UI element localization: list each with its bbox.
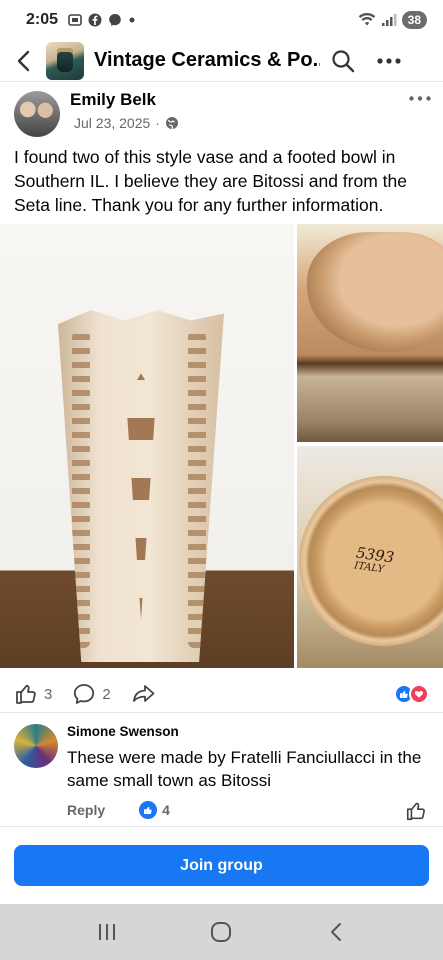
battery-indicator: 38 (401, 11, 427, 29)
author-avatar[interactable] (14, 91, 60, 137)
back-arrow-icon (17, 50, 30, 71)
group-thumbnail[interactable] (46, 41, 84, 80)
like-button[interactable]: 3 (14, 682, 52, 706)
search-icon (332, 49, 355, 72)
messenger-icon (109, 14, 121, 26)
bowl-signature: 5393 ITALY (353, 543, 396, 578)
nav-back-button[interactable] (316, 912, 356, 952)
post-text: I found two of this style vase and a foo… (14, 147, 407, 215)
more-icon (409, 95, 431, 101)
home-button[interactable] (201, 912, 241, 952)
dot-icon (129, 17, 135, 23)
join-group-button[interactable]: Join group (14, 845, 429, 886)
back-icon (330, 923, 341, 941)
photo-bowl-base[interactable]: 5393 ITALY (297, 446, 443, 668)
divider (0, 712, 443, 713)
like-count: 3 (44, 685, 53, 703)
wifi-icon (358, 13, 375, 26)
share-button[interactable] (131, 682, 157, 706)
recents-icon (99, 924, 116, 940)
love-reaction-icon (409, 684, 429, 704)
vase-pattern-center (126, 373, 156, 620)
status-left-icons (68, 13, 136, 27)
recents-button[interactable] (87, 912, 127, 952)
back-button[interactable] (0, 40, 46, 82)
vase-pattern-right (188, 331, 206, 648)
thumbs-up-icon (16, 684, 36, 704)
reply-button[interactable]: Reply (67, 802, 105, 818)
photo-vase[interactable] (0, 224, 294, 668)
comment-like-badge-icon (139, 801, 158, 819)
vase-pattern-left (72, 331, 90, 648)
post-date[interactable]: Jul 23, 2025 (74, 115, 150, 131)
status-bar: 2:05 38 (0, 0, 443, 40)
post-author[interactable]: Emily Belk (70, 90, 156, 110)
comment-like-button[interactable] (405, 800, 427, 822)
bowl-base-illustration: 5393 ITALY (299, 476, 443, 646)
post-more-button[interactable] (407, 88, 433, 108)
bowl-rim-illustration (307, 232, 443, 352)
post-actions: 3 2 (0, 676, 443, 712)
photo-bowl-top[interactable] (297, 224, 443, 442)
commenter-avatar[interactable] (14, 724, 58, 768)
share-icon (132, 685, 155, 702)
comment-like-summary[interactable]: 4 (139, 801, 170, 819)
more-icon (377, 57, 401, 64)
group-header: Vintage Ceramics & Po... (0, 40, 443, 82)
post-media: 5393 ITALY (0, 224, 443, 668)
screenshot-icon (68, 14, 82, 26)
post-meta: Jul 23, 2025 · (74, 115, 179, 131)
comment-text: These were made by Fratelli Fanciullacci… (67, 748, 422, 790)
comment-icon (74, 684, 95, 704)
status-time: 2:05 (26, 11, 59, 28)
facebook-icon (88, 13, 102, 27)
divider (0, 826, 443, 827)
meta-separator: · (155, 115, 160, 131)
post-header: Emily Belk Jul 23, 2025 · (0, 84, 443, 140)
system-nav-bar (0, 904, 443, 960)
vase-illustration (58, 310, 224, 662)
search-button[interactable] (320, 40, 366, 82)
status-right: 38 (358, 11, 427, 29)
globe-icon (165, 117, 178, 130)
reaction-summary[interactable] (394, 684, 429, 704)
home-icon (211, 922, 232, 942)
comment-author[interactable]: Simone Swenson (67, 724, 179, 739)
comment-like-count: 4 (162, 802, 170, 818)
more-button[interactable] (366, 40, 412, 82)
signal-icon (381, 14, 397, 26)
thumbs-up-icon (406, 802, 425, 821)
comment-count: 2 (102, 685, 111, 703)
comment-actions: Reply 4 (67, 800, 170, 820)
comment-button[interactable]: 2 (72, 682, 111, 706)
group-title[interactable]: Vintage Ceramics & Po... (94, 49, 320, 72)
